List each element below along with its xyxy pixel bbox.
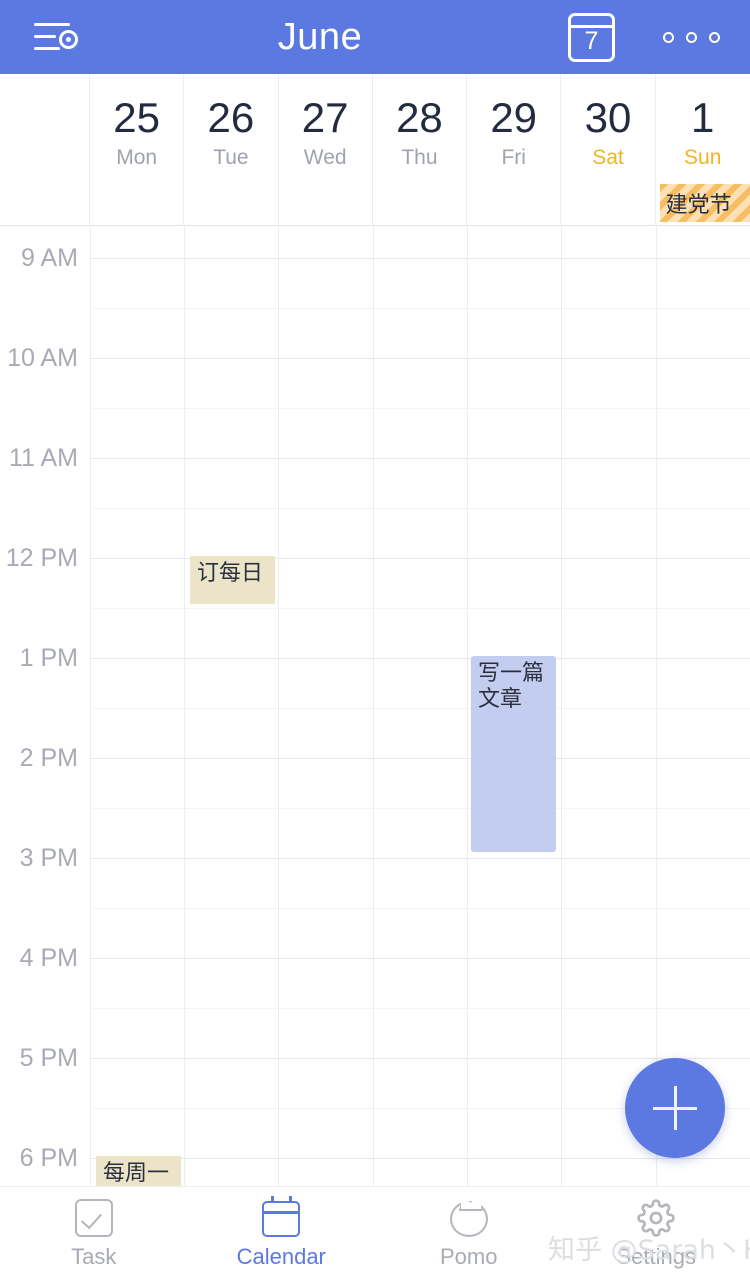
hour-label: 1 PM xyxy=(19,644,78,672)
allday-event-title: 建党节 xyxy=(665,193,732,218)
hour-line xyxy=(90,758,750,759)
hour-label: 2 PM xyxy=(19,744,78,772)
hour-label: 6 PM xyxy=(19,1144,78,1172)
day-number: 25 xyxy=(113,94,160,141)
grid-vline-gutter xyxy=(90,226,91,1186)
bottom-tab-bar: Task Calendar Pomo Settings xyxy=(0,1186,750,1281)
agenda-view-button[interactable] xyxy=(0,0,120,74)
hour-line xyxy=(90,958,750,959)
day-header-tue[interactable]: 26 Tue xyxy=(184,74,279,226)
day-name: Mon xyxy=(116,146,158,169)
hour-label: 11 AM xyxy=(8,444,78,472)
half-hour-line xyxy=(90,808,750,809)
hour-line xyxy=(90,258,750,259)
day-number: 27 xyxy=(301,94,349,141)
day-name: Thu xyxy=(401,146,438,169)
hour-label: 5 PM xyxy=(19,1044,78,1072)
hour-line xyxy=(90,358,750,359)
tab-label: Pomo xyxy=(440,1244,498,1269)
half-hour-line xyxy=(90,308,750,309)
tab-label: Calendar xyxy=(236,1244,326,1269)
app-header-bar: June 7 xyxy=(0,0,750,74)
day-header-mon[interactable]: 25 Mon xyxy=(90,74,185,226)
event-title: 每周一 xyxy=(103,1161,170,1186)
add-event-fab[interactable]: + xyxy=(625,1058,725,1158)
time-grid: 9 AM 10 AM 11 AM 12 PM 1 PM 2 PM 3 PM 4 … xyxy=(0,226,750,1186)
day-number: 1 xyxy=(691,94,715,141)
day-name: Tue xyxy=(213,146,249,169)
half-hour-line xyxy=(90,608,750,609)
calendar-icon xyxy=(261,1196,301,1237)
day-name: Sun xyxy=(684,146,722,169)
day-number: 28 xyxy=(396,94,443,141)
tomato-icon xyxy=(449,1201,488,1237)
tab-calendar[interactable]: Calendar xyxy=(188,1187,376,1281)
day-name: Wed xyxy=(303,146,347,169)
day-header-wed[interactable]: 27 Wed xyxy=(279,74,373,226)
calendar-app-screen: June 7 25 Mon 26 Tue 27 Wed 28 Thu 29 Fr… xyxy=(0,0,750,1281)
calendar-event[interactable]: 每周一 xyxy=(96,1156,181,1186)
tab-task[interactable]: Task xyxy=(0,1187,188,1281)
day-name: Sat xyxy=(592,146,624,169)
hour-label: 4 PM xyxy=(19,944,78,972)
today-calendar-icon[interactable]: 7 xyxy=(568,12,615,62)
grid-vline xyxy=(561,226,562,1186)
hour-label: 9 AM xyxy=(21,244,78,272)
hour-line xyxy=(90,558,750,559)
tab-pomo[interactable]: Pomo xyxy=(375,1187,563,1281)
calendar-event[interactable]: 订每日 xyxy=(190,556,275,604)
tab-settings[interactable]: Settings xyxy=(563,1187,750,1281)
half-hour-line xyxy=(90,408,750,409)
day-number: 30 xyxy=(584,94,632,141)
day-header-sun[interactable]: 1 Sun 建党节 xyxy=(656,74,750,226)
allday-event-holiday[interactable]: 建党节 xyxy=(659,184,750,222)
hour-line xyxy=(90,658,750,659)
hour-label: 10 AM xyxy=(7,344,78,372)
dayhead-gutter xyxy=(0,74,90,226)
event-title: 订每日 xyxy=(197,561,264,586)
hour-line xyxy=(90,458,750,459)
today-date-number: 7 xyxy=(584,26,599,55)
day-header-sat[interactable]: 30 Sat xyxy=(561,74,656,226)
half-hour-line xyxy=(90,908,750,909)
tab-label: Settings xyxy=(616,1243,697,1269)
day-header-fri[interactable]: 29 Fri xyxy=(467,74,562,226)
half-hour-line xyxy=(90,708,750,709)
checkbox-icon xyxy=(74,1198,113,1237)
calendar-event[interactable]: 写一篇文章 xyxy=(471,656,556,852)
tab-label: Task xyxy=(71,1243,117,1269)
time-grid-scroll-area[interactable]: 9 AM 10 AM 11 AM 12 PM 1 PM 2 PM 3 PM 4 … xyxy=(0,226,750,1186)
grid-vline xyxy=(184,226,185,1186)
hour-label: 3 PM xyxy=(19,844,78,872)
event-title: 写一篇文章 xyxy=(478,661,545,712)
page-title: June xyxy=(277,16,363,58)
day-number: 26 xyxy=(207,94,255,141)
day-columns: 25 Mon 26 Tue 27 Wed 28 Thu 29 Fri 30 Sa… xyxy=(90,74,750,226)
grid-vline xyxy=(278,226,279,1186)
agenda-list-icon xyxy=(34,17,86,57)
more-horizontal-icon[interactable] xyxy=(663,31,720,43)
week-day-header: 25 Mon 26 Tue 27 Wed 28 Thu 29 Fri 30 Sa… xyxy=(0,74,750,226)
hour-label: 12 PM xyxy=(5,544,78,572)
day-header-thu[interactable]: 28 Thu xyxy=(373,74,468,226)
grid-vline xyxy=(373,226,374,1186)
hour-line xyxy=(90,1158,750,1159)
gear-icon xyxy=(637,1198,675,1237)
half-hour-line xyxy=(90,1008,750,1009)
grid-vline xyxy=(467,226,468,1186)
half-hour-line xyxy=(90,508,750,509)
grid-vline xyxy=(656,226,657,1186)
header-actions: 7 xyxy=(520,0,750,74)
hour-line xyxy=(90,858,750,859)
day-name: Fri xyxy=(501,146,526,169)
day-number: 29 xyxy=(490,94,538,141)
hour-line xyxy=(90,1058,750,1059)
